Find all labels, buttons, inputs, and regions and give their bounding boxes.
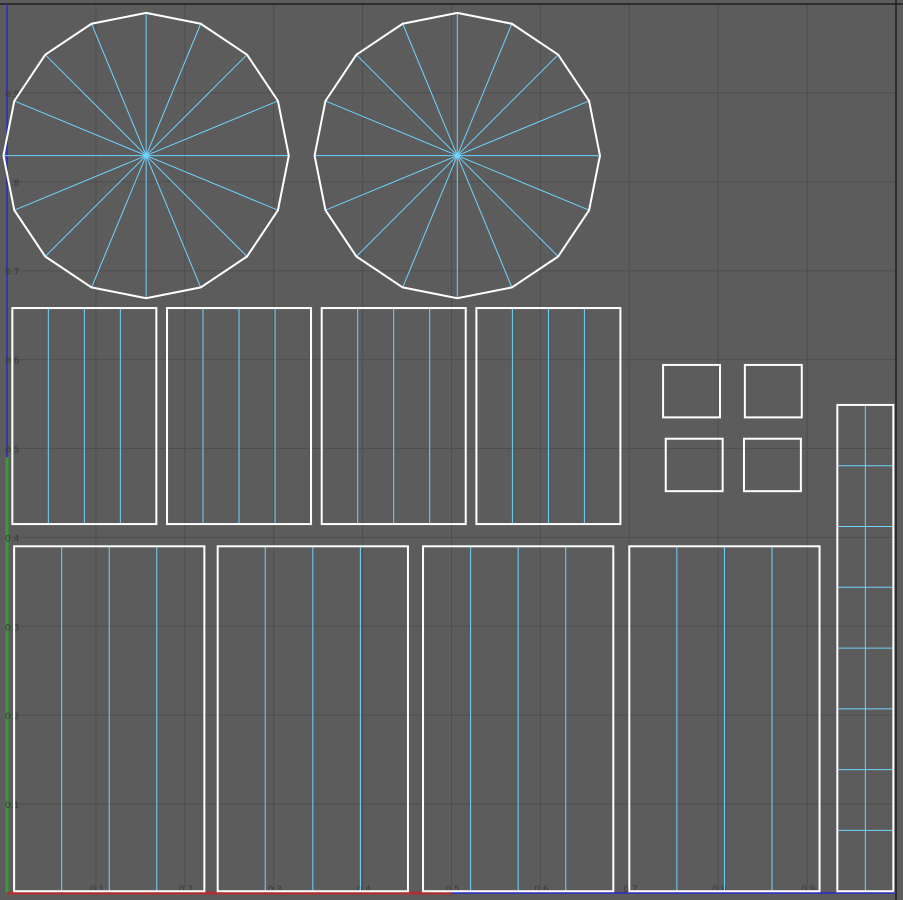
- uv-edge: [457, 155, 590, 211]
- small-square-4[interactable]: [742, 437, 802, 493]
- u-tick-label: 0.5: [446, 885, 460, 895]
- uv-edge: [145, 23, 202, 156]
- uv-edge: [356, 155, 458, 257]
- v-tick-label: 0.7: [5, 268, 19, 278]
- u-tick-label: 0.1: [90, 885, 104, 895]
- uv-center-vertex: [144, 153, 149, 158]
- v-tick-label: 0.8: [5, 179, 20, 189]
- small-square-1[interactable]: [662, 363, 721, 419]
- uv-edge: [456, 23, 513, 156]
- uv-canvas[interactable]: 0.1 0.2 0.3 0.4 0.5 0.6 0.7 0.8 0.9 0.1 0.2 0.3 0.4 0…: [0, 0, 903, 900]
- uv-edge: [91, 23, 147, 156]
- uv-edge: [91, 155, 147, 288]
- strip-lower-2[interactable]: [216, 545, 409, 893]
- uv-edge: [402, 23, 458, 156]
- strip-lower-4[interactable]: [628, 545, 821, 893]
- strip-lower-1[interactable]: [13, 545, 206, 893]
- strip-upper-4[interactable]: [475, 307, 622, 526]
- uv-edge: [145, 54, 248, 156]
- v-tick-label: 0.1: [5, 801, 19, 811]
- uv-edge: [145, 155, 202, 288]
- u-tick-label: 0.3: [268, 885, 282, 895]
- uv-edge: [14, 100, 147, 157]
- uv-edge: [325, 155, 458, 211]
- uv-edge: [356, 54, 458, 156]
- uv-editor-viewport[interactable]: 0.1 0.2 0.3 0.4 0.5 0.6 0.7 0.8 0.9 0.1 0.2 0.3 0.4 0…: [0, 0, 903, 900]
- small-square-3[interactable]: [664, 437, 724, 493]
- uv-edge: [145, 155, 248, 257]
- u-tick-label: 0.7: [623, 885, 637, 895]
- small-square-2[interactable]: [743, 363, 803, 419]
- cap-disc-right[interactable]: [313, 11, 601, 300]
- u-tick-label: 0.2: [179, 885, 193, 895]
- uv-center-vertex: [455, 153, 460, 158]
- uv-edge: [145, 155, 279, 211]
- cap-disc-left[interactable]: [2, 11, 290, 300]
- uv-edge: [457, 100, 590, 157]
- uv-shells[interactable]: [2, 11, 895, 893]
- u-tick-label: 0.4: [357, 885, 372, 895]
- uv-edge: [145, 100, 279, 157]
- uv-grid: [7, 4, 896, 893]
- v-tick-label: 0.2: [5, 712, 19, 722]
- u-tick-label: 0.6: [534, 885, 549, 895]
- uv-edge: [456, 155, 559, 257]
- uv-edge: [325, 100, 458, 157]
- uv-edge: [456, 155, 513, 288]
- strip-upper-1[interactable]: [11, 307, 158, 526]
- strip-upper-3[interactable]: [320, 307, 467, 526]
- uv-tick-labels: 0.1 0.2 0.3 0.4 0.5 0.6 0.7 0.8 0.9 0.1 0.2 0.3 0.4 0…: [5, 90, 896, 895]
- v-tick-label: 0.3: [5, 623, 19, 633]
- tall-strip-right[interactable]: [836, 403, 895, 893]
- uv-edge: [14, 155, 147, 211]
- u-tick-label: 0.9: [801, 885, 816, 895]
- strip-upper-2[interactable]: [166, 307, 313, 526]
- v-tick-label: 0.4: [5, 534, 20, 544]
- uv-edge: [402, 155, 458, 288]
- uv-edge: [456, 54, 559, 156]
